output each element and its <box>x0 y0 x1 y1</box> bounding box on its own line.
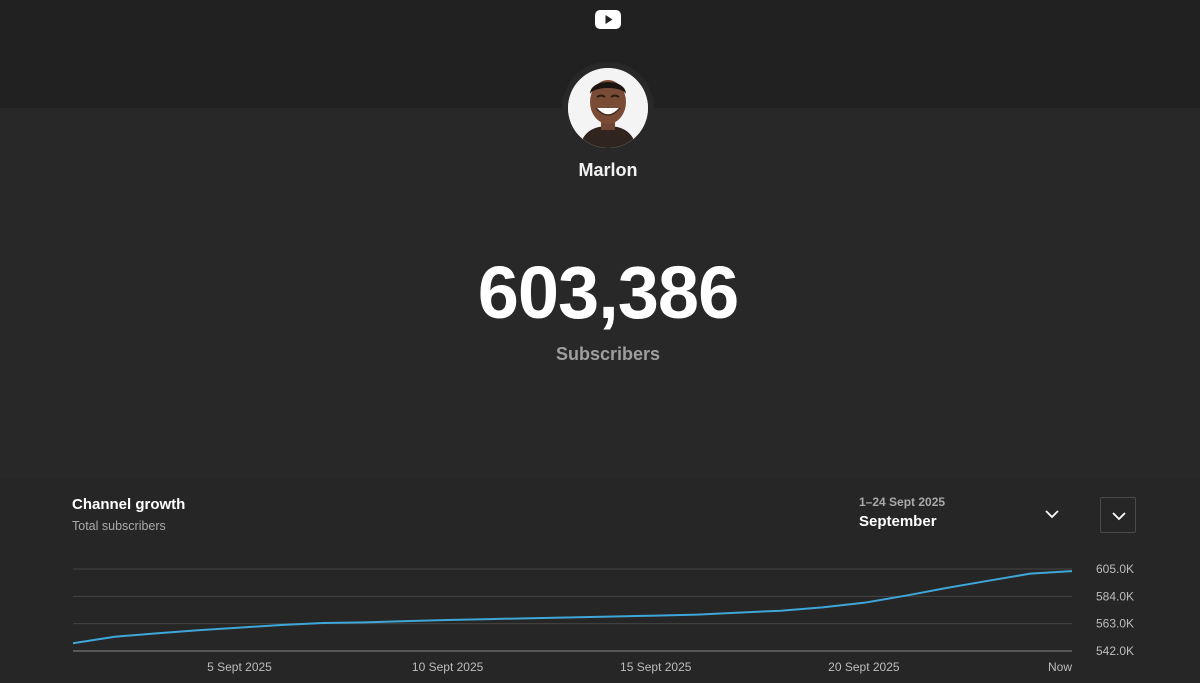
avatar-portrait-icon <box>568 68 648 148</box>
date-range-dates: 1–24 Sept 2025 <box>859 495 946 509</box>
channel-name[interactable]: Marlon <box>0 160 1200 181</box>
growth-title: Channel growth <box>72 496 186 513</box>
subscriber-growth-chart: 605.0K 584.0K 563.0K 542.0K 5 Sept 2025 10 Se… <box>72 562 1134 674</box>
subscriber-label: Subscribers <box>555 344 661 364</box>
y-tick-label: 542.0K <box>1096 644 1134 658</box>
growth-subtitle: Total subscribers <box>72 519 166 533</box>
x-tick-label: Now <box>1048 660 1072 674</box>
x-tick-label: 15 Sept 2025 <box>620 660 692 674</box>
x-tick-label: 5 Sept 2025 <box>207 660 272 674</box>
date-range-month[interactable]: September <box>859 513 937 530</box>
expand-menu-button[interactable] <box>1100 497 1136 533</box>
x-tick-label: 20 Sept 2025 <box>828 660 900 674</box>
chevron-down-icon[interactable] <box>1043 506 1061 522</box>
x-tick-label: 10 Sept 2025 <box>412 660 484 674</box>
subscriber-count: 603,386 <box>477 251 740 334</box>
y-tick-label: 584.0K <box>1096 589 1134 603</box>
y-tick-label: 605.0K <box>1096 562 1134 576</box>
channel-avatar[interactable] <box>568 68 648 148</box>
subscriber-series-line <box>72 570 1073 645</box>
y-tick-label: 563.0K <box>1096 617 1134 631</box>
youtube-logo-icon[interactable] <box>595 10 621 29</box>
chevron-down-icon <box>1112 512 1126 521</box>
